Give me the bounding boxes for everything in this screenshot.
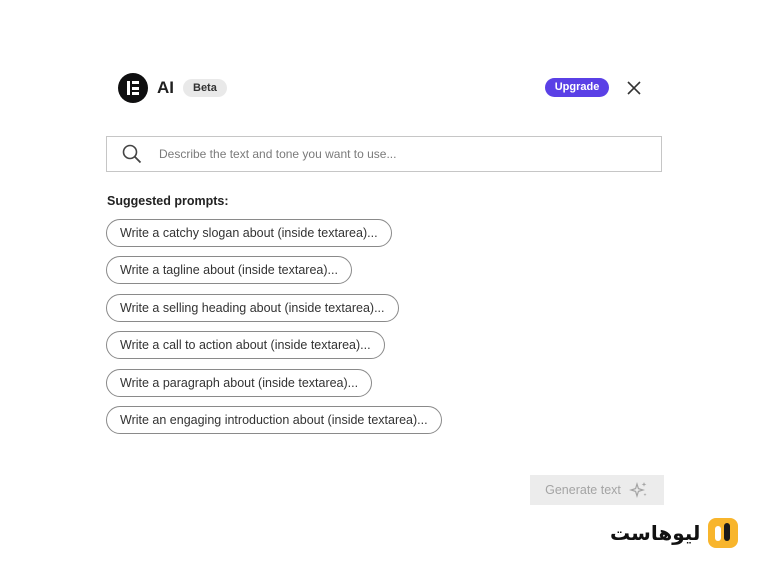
prompt-chip-call-to-action[interactable]: Write a call to action about (inside tex… [106, 331, 385, 360]
watermark-logo: لیوهاست [610, 516, 739, 550]
prompt-input[interactable] [157, 146, 621, 162]
search-icon [121, 143, 143, 165]
prompt-chip-selling-heading[interactable]: Write a selling heading about (inside te… [106, 293, 399, 322]
watermark-text: لیوهاست [610, 522, 701, 545]
ai-header: AI Beta [118, 73, 227, 103]
close-icon[interactable] [624, 78, 644, 98]
sparkle-icon [628, 481, 647, 499]
app-title: AI [157, 78, 174, 97]
suggested-prompts-heading: Suggested prompts: [107, 194, 229, 208]
prompt-search-bar [106, 136, 662, 172]
suggested-prompts-list: Write a catchy slogan about (inside text… [106, 219, 442, 443]
elementor-logo-icon [118, 73, 148, 103]
generate-text-label: Generate text [545, 483, 621, 497]
prompt-chip-introduction[interactable]: Write an engaging introduction about (in… [106, 405, 442, 434]
brand-mark-icon [708, 518, 739, 548]
upgrade-button[interactable]: Upgrade [545, 78, 609, 97]
beta-badge: Beta [183, 79, 227, 97]
prompt-chip-catchy-slogan[interactable]: Write a catchy slogan about (inside text… [106, 219, 392, 247]
generate-text-button[interactable]: Generate text [530, 475, 664, 505]
prompt-chip-tagline[interactable]: Write a tagline about (inside textarea).… [106, 256, 352, 285]
prompt-chip-paragraph[interactable]: Write a paragraph about (inside textarea… [106, 368, 373, 397]
